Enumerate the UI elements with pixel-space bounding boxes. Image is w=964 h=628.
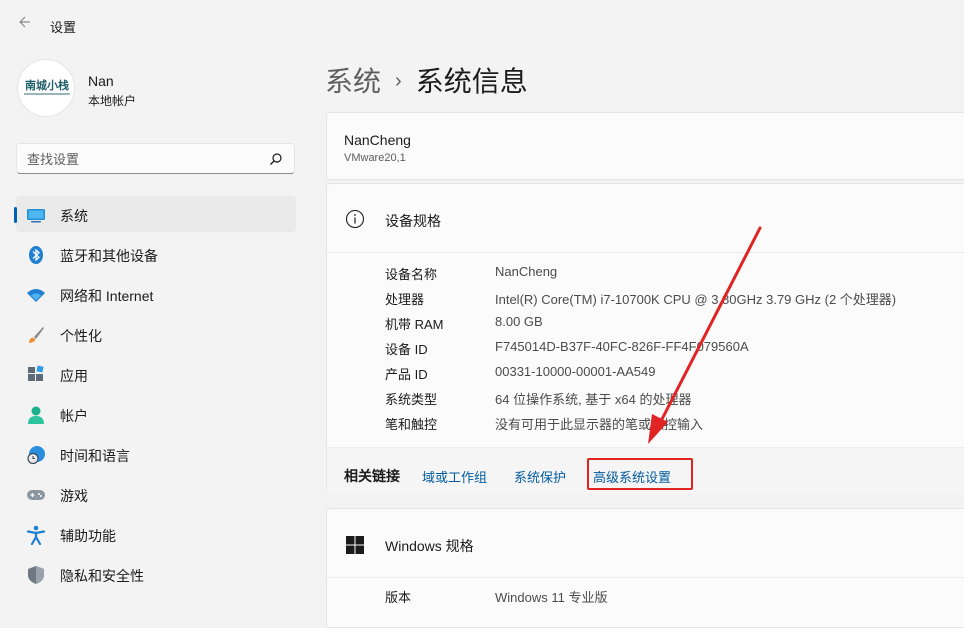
domain-workgroup-link[interactable]: 域或工作组 [422,467,487,486]
device-name-card: NanCheng VMware20,1 [326,112,964,180]
spec-row: 系统类型 64 位操作系统, 基于 x64 的处理器 [385,389,964,414]
spec-value: 8.00 GB [495,314,543,329]
spec-row: 版本 Windows 11 专业版 [385,587,964,606]
sidebar-item-gaming[interactable]: 游戏 [16,476,296,512]
accessibility-icon [26,525,46,546]
back-arrow-icon[interactable] [14,14,34,34]
sidebar-item-label: 辅助功能 [60,528,116,544]
sidebar-item-label: 时间和语言 [60,448,130,464]
search-box[interactable] [16,143,295,174]
divider [327,252,964,253]
system-protection-link[interactable]: 系统保护 [514,467,566,486]
sidebar-item-accounts[interactable]: 帐户 [16,396,296,432]
sidebar-item-accessibility[interactable]: 辅助功能 [16,516,296,552]
spec-key: 产品 ID [385,367,428,382]
search-input[interactable] [27,149,267,169]
spec-value: 00331-10000-00001-AA549 [495,364,656,379]
spec-key: 笔和触控 [385,417,438,432]
search-icon[interactable] [268,151,284,167]
avatar-logo-underline [24,93,70,95]
spec-value: Intel(R) Core(TM) i7-10700K CPU @ 3.80GH… [495,292,897,307]
spec-value: 没有可用于此显示器的笔或触控输入 [495,417,704,432]
device-name: NanCheng [344,132,411,148]
spec-row: 笔和触控 没有可用于此显示器的笔或触控输入 [385,414,964,439]
sidebar-item-apps[interactable]: 应用 [16,356,296,392]
spec-row: 设备 ID F745014D-B37F-40FC-826F-FF4F079560A [385,339,964,364]
spec-value: Windows 11 专业版 [495,590,608,605]
shield-icon [26,565,46,585]
spec-key: 处理器 [385,292,425,307]
avatar[interactable]: 南城小栈 [17,59,75,117]
breadcrumb-parent[interactable]: 系统 [325,66,381,97]
divider [327,577,964,578]
sidebar-item-label: 蓝牙和其他设备 [60,248,158,264]
gamepad-icon [26,485,46,505]
windows-specs-title: Windows 规格 [385,538,474,554]
sidebar-nav: 系统 蓝牙和其他设备 网络和 Internet 个性化 应用 帐户 时间和语言 … [14,196,296,596]
app-title: 设置 [50,20,77,35]
spec-key: 设备名称 [385,267,438,282]
breadcrumb: 系统 › 系统信息 [325,60,528,100]
spec-key: 设备 ID [385,342,428,357]
spec-value: 64 位操作系统, 基于 x64 的处理器 [495,392,692,407]
info-icon [345,209,365,229]
sidebar-item-label: 隐私和安全性 [60,568,144,584]
active-indicator [14,207,17,223]
sidebar-item-time-language[interactable]: 时间和语言 [16,436,296,472]
account-type: 本地帐户 [88,94,137,108]
display-icon [26,205,46,225]
sidebar-item-personalization[interactable]: 个性化 [16,316,296,352]
sidebar-item-system[interactable]: 系统 [14,196,296,232]
spec-key: 系统类型 [385,392,438,407]
spec-key: 机带 RAM [385,317,444,332]
spec-row: 产品 ID 00331-10000-00001-AA549 [385,364,964,389]
brush-icon [26,325,46,345]
avatar-logo-text: 南城小栈 [25,79,69,92]
sidebar-item-bluetooth[interactable]: 蓝牙和其他设备 [16,236,296,272]
windows-specs-card: Windows 规格 版本 Windows 11 专业版 [326,508,964,628]
highlight-box [587,458,693,490]
globe-clock-icon [26,445,46,465]
sidebar-item-label: 系统 [60,208,88,224]
spec-row: 机带 RAM 8.00 GB [385,314,964,339]
user-name: Nan [88,73,114,89]
sidebar-item-label: 个性化 [60,328,102,344]
specs-title: 设备规格 [385,213,441,229]
sidebar-item-label: 网络和 Internet [60,288,154,304]
spec-row: 处理器 Intel(R) Core(TM) i7-10700K CPU @ 3.8… [385,289,964,314]
spec-row: 设备名称 NanCheng [385,264,964,289]
related-links-label: 相关链接 [344,468,400,484]
wifi-icon [26,285,46,305]
sidebar-item-label: 帐户 [60,408,88,424]
sidebar-item-label: 游戏 [60,488,88,504]
title-bar: 设置 [0,0,964,50]
device-specs-card: 设备规格 设备名称 NanCheng 处理器 Intel(R) Core(TM) i… [326,183,964,495]
sidebar-item-network[interactable]: 网络和 Internet [16,276,296,312]
bluetooth-icon [26,245,46,265]
device-model: VMware20,1 [344,152,406,164]
windows-logo-icon [345,535,365,555]
sidebar-item-privacy[interactable]: 隐私和安全性 [16,556,296,592]
spec-value: NanCheng [495,264,558,279]
spec-value: F745014D-B37F-40FC-826F-FF4F079560A [495,339,749,354]
related-links-bar: 相关链接 域或工作组 系统保护 高级系统设置 [327,447,964,495]
person-icon [26,405,46,425]
apps-icon [26,365,46,385]
spec-key: 版本 [385,590,412,605]
sidebar-item-label: 应用 [60,368,88,384]
page-title: 系统信息 [415,66,528,97]
breadcrumb-separator: › [395,70,402,92]
